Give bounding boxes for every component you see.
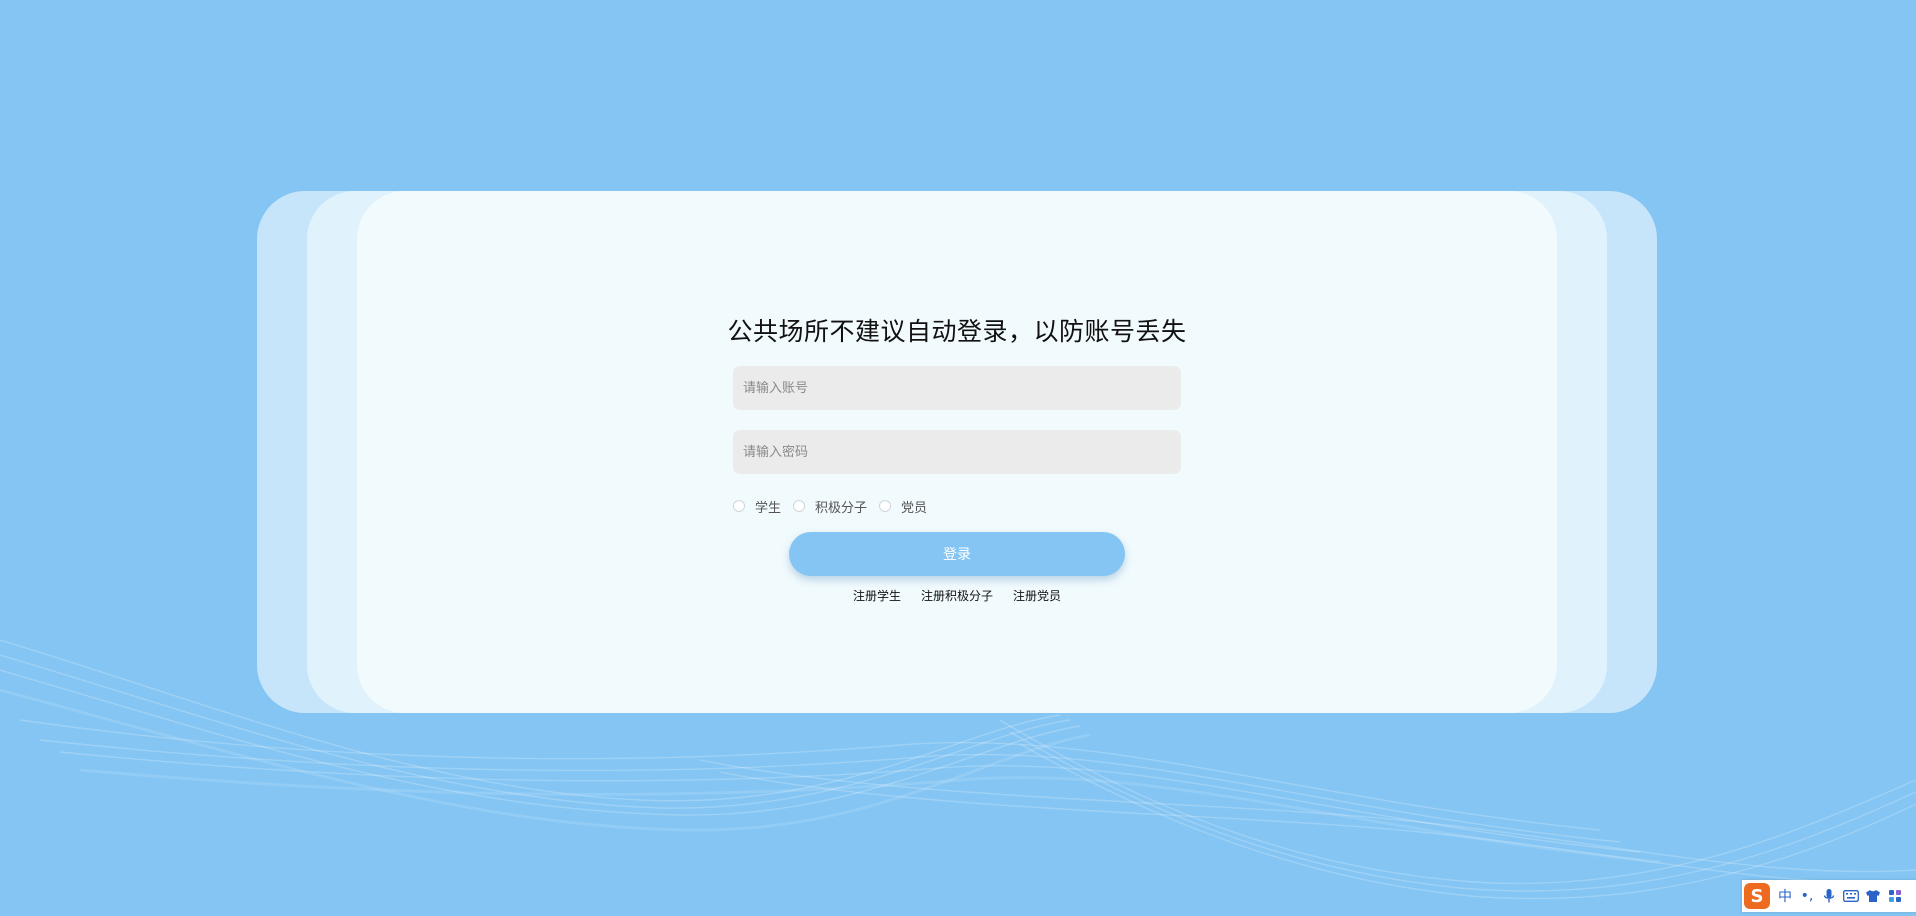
- role-option-activist[interactable]: 积极分子: [793, 497, 867, 516]
- radio-button[interactable]: [793, 500, 806, 512]
- radio-button[interactable]: [733, 500, 745, 512]
- register-links: 注册学生 注册积极分子 注册党员: [357, 587, 1557, 604]
- keyboard-icon[interactable]: [1840, 885, 1862, 907]
- skin-icon[interactable]: [1862, 885, 1884, 907]
- role-option-party-member[interactable]: 党员: [879, 497, 927, 516]
- login-button[interactable]: 登录: [789, 532, 1125, 576]
- sogou-logo-icon[interactable]: S: [1744, 883, 1770, 909]
- register-party-member-link[interactable]: 注册党员: [1013, 587, 1061, 604]
- register-activist-link[interactable]: 注册积极分子: [921, 587, 993, 604]
- account-input[interactable]: [733, 366, 1181, 410]
- role-option-student[interactable]: 学生: [733, 497, 781, 516]
- login-title: 公共场所不建议自动登录，以防账号丢失: [727, 317, 1187, 346]
- punctuation-toggle[interactable]: •,: [1796, 885, 1818, 907]
- register-student-link[interactable]: 注册学生: [853, 587, 901, 604]
- radio-button[interactable]: [879, 500, 892, 512]
- role-label: 积极分子: [815, 500, 868, 516]
- toolbox-icon[interactable]: [1884, 885, 1906, 907]
- password-input[interactable]: [733, 430, 1181, 474]
- microphone-icon[interactable]: [1818, 885, 1840, 907]
- role-label: 党员: [901, 500, 928, 516]
- ime-toolbar: S 中 •,: [1742, 880, 1916, 912]
- role-label: 学生: [755, 500, 782, 516]
- login-page: 公共场所不建议自动登录，以防账号丢失 学生 积极分子 党员 登录 注册学生 注册…: [0, 0, 1916, 916]
- role-radio-group: 学生 积极分子 党员: [733, 496, 939, 516]
- input-mode-toggle[interactable]: 中: [1774, 885, 1796, 907]
